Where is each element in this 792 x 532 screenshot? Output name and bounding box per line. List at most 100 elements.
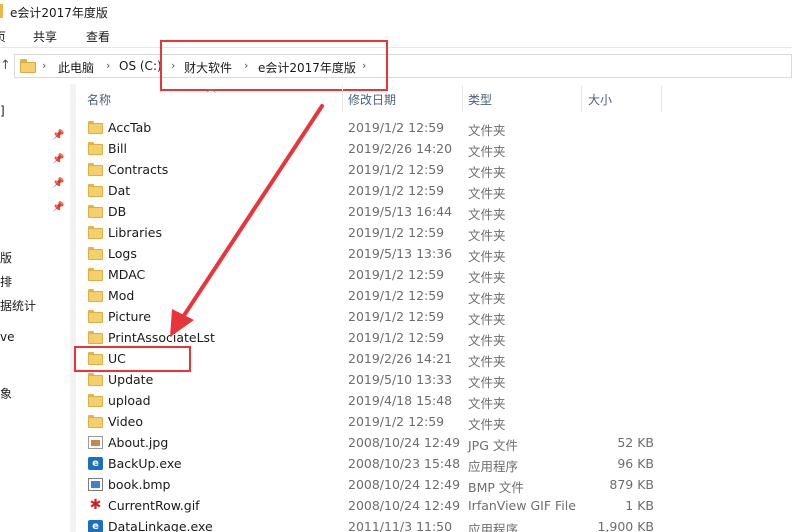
file-type: JPG 文件 (468, 438, 518, 453)
chevron-right-icon[interactable]: › (106, 59, 110, 72)
file-date: 2008/10/24 12:49 (348, 498, 461, 513)
file-row[interactable]: About.jpg 2008/10/24 12:49 JPG 文件 52 KB (78, 432, 792, 453)
file-type: 文件夹 (468, 123, 506, 138)
file-row[interactable]: book.bmp 2008/10/24 12:49 BMP 文件 879 KB (78, 474, 792, 495)
folder-icon (88, 184, 103, 197)
folder-icon (88, 289, 103, 302)
file-type: 文件夹 (468, 144, 506, 159)
file-name: upload (108, 393, 151, 408)
up-arrow-icon[interactable]: ↑ (0, 58, 12, 74)
chevron-right-icon[interactable]: › (42, 59, 46, 72)
column-size-header[interactable]: 大小 (588, 91, 612, 108)
file-type: 文件夹 (468, 396, 506, 411)
file-row[interactable]: Logs 2019/5/13 13:36 文件夹 (78, 243, 792, 264)
address-row: ↑ › 此电脑 › OS (C:) › 财大软件 › e会计2017年度版 › (0, 49, 792, 83)
file-row[interactable]: upload 2019/4/18 15:48 文件夹 (78, 390, 792, 411)
file-name: DB (108, 204, 127, 219)
folder-icon (20, 59, 36, 73)
folder-icon (88, 310, 103, 323)
highlight-box-address (160, 40, 388, 91)
nav-item[interactable]: 版 (0, 249, 12, 266)
pin-icon[interactable]: 📌 (52, 130, 64, 142)
bitmap-file-icon (88, 478, 103, 491)
file-type: 文件夹 (468, 270, 506, 285)
folder-icon (88, 226, 103, 239)
tab-view[interactable]: 查看 (86, 28, 110, 45)
file-row[interactable]: Video 2019/1/2 12:59 文件夹 (78, 411, 792, 432)
file-name: Contracts (108, 162, 169, 177)
file-date: 2019/1/2 12:59 (348, 120, 445, 135)
file-row[interactable]: PrintAssociateLst 2019/1/2 12:59 文件夹 (78, 327, 792, 348)
pin-icon[interactable]: 📌 (52, 154, 64, 166)
file-row[interactable]: MDAC 2019/1/2 12:59 文件夹 (78, 264, 792, 285)
folder-icon (88, 163, 103, 176)
file-date: 2008/10/24 12:49 (348, 477, 461, 492)
file-date: 2019/1/2 12:59 (348, 309, 445, 324)
column-date-header[interactable]: 修改日期 (348, 91, 396, 108)
column-divider[interactable] (462, 86, 463, 112)
file-date: 2019/1/2 12:59 (348, 162, 445, 177)
window-title: e会计2017年度版 (10, 6, 108, 20)
column-divider[interactable] (342, 86, 343, 112)
tab-home[interactable]: 页 (0, 28, 6, 45)
pane-divider[interactable] (70, 84, 76, 532)
file-name: PrintAssociateLst (108, 330, 215, 345)
folder-icon (88, 394, 103, 407)
file-name: Logs (108, 246, 137, 261)
column-divider[interactable] (581, 86, 582, 112)
file-date: 2011/11/3 11:50 (348, 519, 453, 532)
file-type: BMP 文件 (468, 480, 524, 495)
nav-item[interactable]: ] (0, 104, 5, 118)
folder-icon (88, 268, 103, 281)
file-size: 1,900 KB (597, 519, 654, 532)
file-row[interactable]: Dat 2019/1/2 12:59 文件夹 (78, 180, 792, 201)
file-date: 2019/5/13 13:36 (348, 246, 453, 261)
file-row[interactable]: Mod 2019/1/2 12:59 文件夹 (78, 285, 792, 306)
file-row[interactable]: Contracts 2019/1/2 12:59 文件夹 (78, 159, 792, 180)
file-date: 2019/1/2 12:59 (348, 267, 445, 282)
file-date: 2019/5/10 13:33 (348, 372, 453, 387)
tab-share[interactable]: 共享 (33, 28, 57, 45)
file-row[interactable]: Picture 2019/1/2 12:59 文件夹 (78, 306, 792, 327)
file-name: Libraries (108, 225, 162, 240)
column-name-header[interactable]: 名称 (87, 91, 111, 108)
nav-item[interactable]: ve (0, 330, 14, 344)
address-bar[interactable]: › 此电脑 › OS (C:) › 财大软件 › e会计2017年度版 › (14, 54, 792, 78)
file-name: DataLinkage.exe (108, 519, 213, 532)
pin-icon[interactable]: 📌 (52, 178, 64, 190)
folder-icon (88, 373, 103, 386)
column-divider[interactable] (661, 86, 662, 112)
file-type: IrfanView GIF File (468, 498, 576, 513)
file-type: 文件夹 (468, 417, 506, 432)
nav-item[interactable]: 象 (0, 385, 12, 402)
file-row[interactable]: e DataLinkage.exe 2011/11/3 11:50 应用程序 1… (78, 516, 792, 532)
file-date: 2019/2/26 14:21 (348, 351, 453, 366)
file-type: 文件夹 (468, 165, 506, 180)
file-row[interactable]: AccTab 2019/1/2 12:59 文件夹 (78, 117, 792, 138)
file-type: 文件夹 (468, 249, 506, 264)
pin-icon[interactable]: 📌 (52, 202, 64, 214)
file-size: 879 KB (609, 477, 654, 492)
file-name: MDAC (108, 267, 146, 282)
file-date: 2019/1/2 12:59 (348, 414, 445, 429)
file-row[interactable]: e BackUp.exe 2008/10/23 15:48 应用程序 96 KB (78, 453, 792, 474)
file-date: 2019/2/26 14:20 (348, 141, 453, 156)
breadcrumb-os-c[interactable]: OS (C:) (119, 59, 162, 73)
folder-icon (88, 205, 103, 218)
nav-item[interactable]: 据统计 (0, 297, 36, 314)
file-row[interactable]: Update 2019/5/10 13:33 文件夹 (78, 369, 792, 390)
nav-item[interactable]: 排 (0, 273, 12, 290)
file-row[interactable]: Libraries 2019/1/2 12:59 文件夹 (78, 222, 792, 243)
file-size: 96 KB (617, 456, 654, 471)
file-name: Bill (108, 141, 127, 156)
file-row[interactable]: DB 2019/5/13 16:44 文件夹 (78, 201, 792, 222)
file-row[interactable]: Bill 2019/2/26 14:20 文件夹 (78, 138, 792, 159)
file-row[interactable]: ✱ CurrentRow.gif 2008/10/24 12:49 IrfanV… (78, 495, 792, 516)
folder-icon (88, 247, 103, 260)
column-type-header[interactable]: 类型 (468, 91, 492, 108)
column-header: 名称 修改日期 类型 大小 (78, 86, 792, 112)
file-date: 2019/1/2 12:59 (348, 330, 445, 345)
file-name: CurrentRow.gif (108, 498, 200, 513)
breadcrumb-this-pc[interactable]: 此电脑 (58, 59, 94, 76)
file-type: 文件夹 (468, 228, 506, 243)
